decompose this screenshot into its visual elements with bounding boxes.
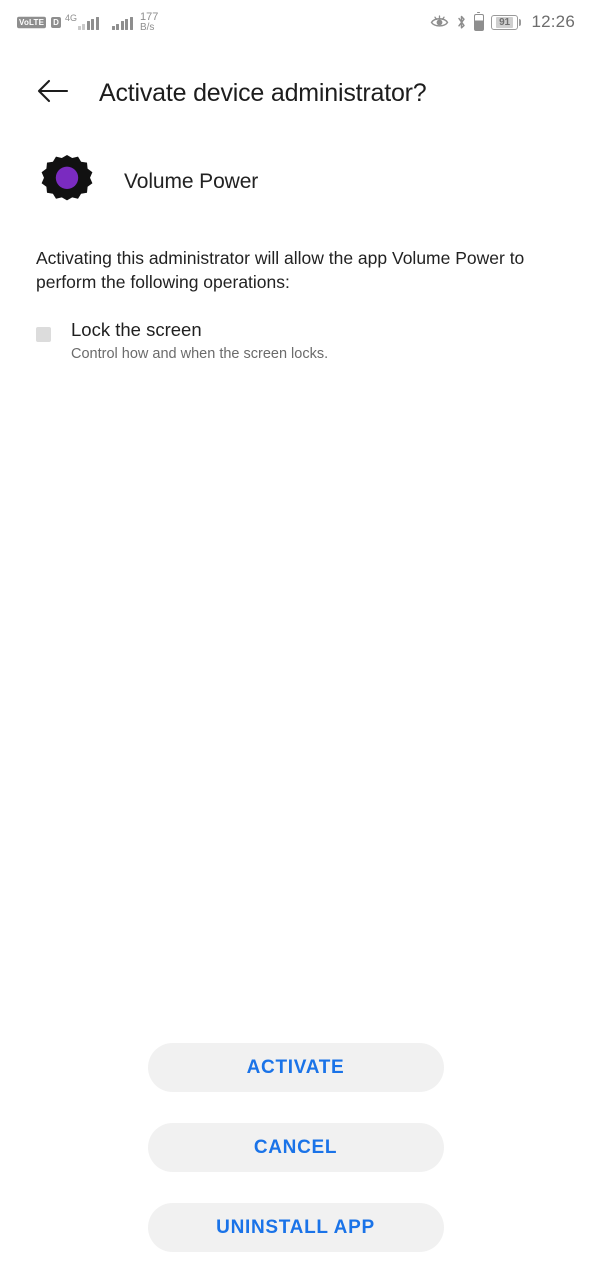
- policy-title: Lock the screen: [71, 319, 202, 340]
- status-bar-left: VoLTE D 4G 177 B/s: [17, 10, 159, 33]
- volte-icon: VoLTE: [17, 16, 47, 28]
- app-name-label: Volume Power: [124, 170, 259, 193]
- list-item: Lock the screen Control how and when the…: [36, 318, 591, 365]
- signal-strength-sim2-icon: [111, 14, 133, 30]
- gear-icon: [38, 153, 96, 211]
- status-bar: VoLTE D 4G 177 B/s 91 12:26: [0, 0, 591, 44]
- battery-nub: [518, 18, 522, 26]
- back-button[interactable]: [36, 73, 76, 113]
- network-speed-indicator: 177 B/s: [139, 10, 159, 33]
- cancel-button[interactable]: CANCEL: [147, 1123, 444, 1172]
- signal-bars-sim2: [111, 17, 133, 30]
- battery-small-icon: [473, 11, 484, 31]
- app-bar: Activate device administrator?: [0, 61, 591, 125]
- network-type-label: 4G: [64, 13, 77, 23]
- network-speed-value: 177: [139, 10, 159, 23]
- data-indicator-icon: D: [51, 16, 61, 28]
- bluetooth-icon: [456, 14, 467, 31]
- description-text: Activating this administrator will allow…: [36, 248, 525, 292]
- battery-status-indicator: 91: [490, 14, 522, 30]
- battery-icon: 91: [490, 14, 518, 30]
- action-button-stack: ACTIVATE CANCEL UNINSTALL APP: [0, 1043, 591, 1252]
- back-arrow-icon: [36, 76, 70, 111]
- status-bar-right: 91 12:26: [430, 11, 575, 32]
- policy-text-block: Lock the screen Control how and when the…: [71, 318, 328, 365]
- signal-bars-sim1: [77, 17, 99, 30]
- battery-percent-label: 91: [496, 16, 513, 28]
- policy-description: Control how and when the screen locks.: [71, 346, 329, 362]
- status-bar-clock: 12:26: [531, 12, 575, 31]
- app-identity-row: Volume Power: [0, 153, 591, 211]
- signal-strength-sim1-icon: 4G: [65, 14, 99, 30]
- policy-list: Lock the screen Control how and when the…: [0, 318, 591, 365]
- network-speed-unit: B/s: [139, 21, 155, 33]
- activate-button[interactable]: ACTIVATE: [147, 1043, 444, 1092]
- page-title: Activate device administrator?: [99, 78, 427, 107]
- eye-comfort-icon: [430, 15, 449, 29]
- policy-bullet-icon: [36, 327, 51, 342]
- uninstall-app-button[interactable]: UNINSTALL APP: [147, 1203, 444, 1252]
